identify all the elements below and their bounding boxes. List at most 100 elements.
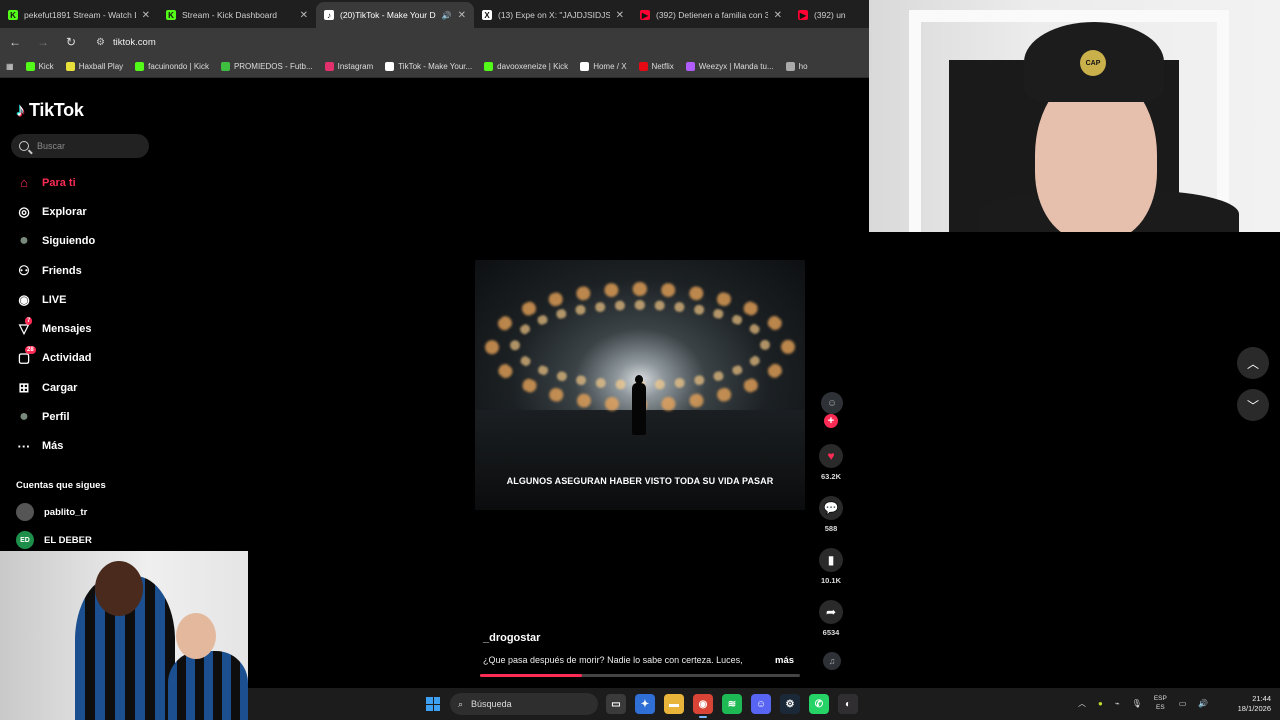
- browser-tab[interactable]: Kpekefut1891 Stream - Watch Li... ✕: [0, 2, 158, 28]
- bookmark-label: Haxball Play: [78, 62, 124, 71]
- nav-item-perfil[interactable]: ● Perfil: [16, 402, 95, 431]
- picture-in-picture-overlay: [0, 551, 248, 720]
- windows-start-icon[interactable]: [426, 697, 440, 711]
- microphone-icon[interactable]: 🎙: [1132, 699, 1142, 708]
- bookmark-item[interactable]: facuinondo | Kick: [135, 62, 209, 71]
- browser-tab[interactable]: ♪ (20)TikTok - Make Your Day 🔊 ✕: [316, 2, 474, 28]
- save-action[interactable]: ▮ 10.1K: [816, 548, 846, 585]
- bookmark-item[interactable]: Weezyx | Manda tu...: [685, 62, 774, 71]
- music-disc-icon[interactable]: ♫: [823, 652, 841, 670]
- nav-item-actividad[interactable]: ▢ 28 Actividad: [16, 344, 95, 373]
- bookmark-item[interactable]: PROMIEDOS - Futb...: [220, 62, 313, 71]
- address-bar[interactable]: ⚙ tiktok.com: [96, 37, 156, 48]
- nav-item-m-s[interactable]: ··· Más: [16, 432, 95, 461]
- share-action[interactable]: ➦ 6534: [816, 600, 846, 637]
- file-explorer-icon[interactable]: ▬: [664, 694, 684, 714]
- bookmark-item[interactable]: Instagram: [324, 62, 373, 71]
- whatsapp-icon[interactable]: ✆: [809, 694, 829, 714]
- steam-icon[interactable]: ⚙: [780, 694, 800, 714]
- tab-title: pekefut1891 Stream - Watch Li...: [24, 10, 136, 20]
- nav-item-cargar[interactable]: ⊞ Cargar: [16, 373, 95, 402]
- video-author[interactable]: _drogostar: [483, 632, 540, 644]
- pip-player-2-head: [176, 613, 216, 659]
- taskbar-search[interactable]: ⌕ Búsqueda: [450, 693, 598, 715]
- close-tab-icon[interactable]: ✕: [616, 10, 624, 21]
- following-account[interactable]: pablito_tr: [16, 503, 87, 521]
- browser-tab[interactable]: ▶ (392) Detienen a familia con 35... ✕: [632, 2, 790, 28]
- bookmark-item[interactable]: davooxeneize | Kick: [484, 62, 568, 71]
- taskbar-search-icon: ⌕: [458, 698, 464, 709]
- apps-grid-icon[interactable]: ▦: [6, 62, 14, 71]
- tab-title: Stream - Kick Dashboard: [182, 10, 277, 20]
- close-tab-icon[interactable]: ✕: [458, 10, 466, 21]
- spotify-icon[interactable]: ≋: [722, 694, 742, 714]
- bookmark-favicon-icon: [385, 62, 395, 71]
- copilot-icon[interactable]: ✦: [635, 694, 655, 714]
- reload-icon[interactable]: ↻: [64, 35, 78, 49]
- webcam-overlay: CAP: [869, 0, 1280, 232]
- close-tab-icon[interactable]: ✕: [300, 10, 308, 21]
- bookmark-item[interactable]: ho: [785, 62, 808, 71]
- tab-audio-icon[interactable]: 🔊: [442, 11, 452, 20]
- chrome-icon[interactable]: ◉: [693, 694, 713, 718]
- tiktok-logo[interactable]: ♪ TikTok: [16, 100, 84, 121]
- discord-icon[interactable]: ☺: [751, 694, 771, 714]
- more-button[interactable]: más: [775, 655, 794, 666]
- site-info-icon[interactable]: ⚙: [96, 37, 105, 48]
- like-action[interactable]: ♥ 63.2K: [816, 444, 846, 481]
- share-icon[interactable]: ➦: [819, 600, 843, 624]
- tab-title: (20)TikTok - Make Your Day: [340, 10, 436, 20]
- tray-app-icon[interactable]: ●: [1098, 699, 1103, 708]
- video-player[interactable]: [475, 260, 805, 510]
- nav-item-mensajes[interactable]: ▽ 7 Mensajes: [16, 314, 95, 343]
- obs-icon[interactable]: ◐: [838, 694, 858, 714]
- back-icon[interactable]: ←: [8, 35, 22, 49]
- close-tab-icon[interactable]: ✕: [142, 10, 150, 21]
- browser-tab[interactable]: ▶(392) un✕: [790, 2, 869, 28]
- bookmark-item[interactable]: Home / X: [580, 62, 627, 71]
- monitor-icon[interactable]: ▭: [1179, 699, 1187, 708]
- browser-tab[interactable]: K Stream - Kick Dashboard ✕: [158, 2, 316, 28]
- language-indicator[interactable]: ESP ES: [1154, 694, 1167, 712]
- previous-video-button[interactable]: ︿: [1237, 347, 1269, 379]
- tiktok-note-icon: ♪: [16, 100, 25, 120]
- follow-plus-icon[interactable]: +: [824, 414, 838, 428]
- bookmark-item[interactable]: Kick: [25, 62, 54, 71]
- address-url[interactable]: tiktok.com: [113, 37, 156, 48]
- nav-item-friends[interactable]: ⚇ Friends: [16, 256, 95, 285]
- taskbar-apps: ▭ ✦ ▬ ◉ ≋ ☺ ⚙ ✆ ◐: [606, 694, 858, 718]
- volume-icon[interactable]: 🔊: [1198, 699, 1208, 708]
- video-progress-bar[interactable]: [480, 674, 800, 677]
- close-tab-icon[interactable]: ✕: [774, 10, 782, 21]
- network-icon[interactable]: ⌁: [1115, 699, 1120, 708]
- creator-avatar[interactable]: ☺: [821, 392, 843, 414]
- nav-item-live[interactable]: ◉ LIVE: [16, 285, 95, 314]
- nav-item-label: Explorar: [42, 205, 87, 218]
- tiktok-icon: ♪: [324, 10, 334, 20]
- video-description: ¿Que pasa después de morir? Nadie lo sab…: [483, 655, 743, 665]
- following-account[interactable]: ED EL DEBER: [16, 531, 92, 549]
- tray-overflow-icon[interactable]: ︿: [1078, 698, 1086, 709]
- bookmark-item[interactable]: Haxball Play: [65, 62, 124, 71]
- bookmark-label: TikTok - Make Your...: [398, 62, 473, 71]
- nav-item-label: Siguiendo: [42, 235, 96, 248]
- account-name: pablito_tr: [44, 506, 88, 518]
- bookmark-favicon-icon: [685, 62, 695, 71]
- kick-icon: K: [8, 10, 18, 20]
- task-view-icon[interactable]: ▭: [606, 694, 626, 714]
- heart-icon[interactable]: ♥: [819, 444, 843, 468]
- search-input[interactable]: Buscar: [11, 134, 149, 158]
- bookmark-label: ho: [798, 62, 808, 71]
- nav-item-para-ti[interactable]: ⌂ Para ti: [16, 168, 95, 197]
- nav-item-siguiendo[interactable]: ● Siguiendo: [16, 227, 95, 256]
- bookmark-item[interactable]: Netflix: [638, 62, 674, 71]
- comment-icon[interactable]: 💬: [819, 496, 843, 520]
- next-video-button[interactable]: ﹀: [1237, 389, 1269, 421]
- bookmark-item[interactable]: TikTok - Make Your...: [385, 62, 472, 71]
- taskbar-clock[interactable]: 21:44 18/1/2026: [1223, 694, 1271, 714]
- comment-action[interactable]: 💬 588: [816, 496, 846, 533]
- nav-item-explorar[interactable]: ◎ Explorar: [16, 197, 95, 226]
- bookmark-icon[interactable]: ▮: [819, 548, 843, 572]
- forward-icon[interactable]: →: [36, 35, 50, 49]
- browser-tab[interactable]: X (13) Expe on X: "JAJDJSIDJSKS ... ✕: [474, 2, 632, 28]
